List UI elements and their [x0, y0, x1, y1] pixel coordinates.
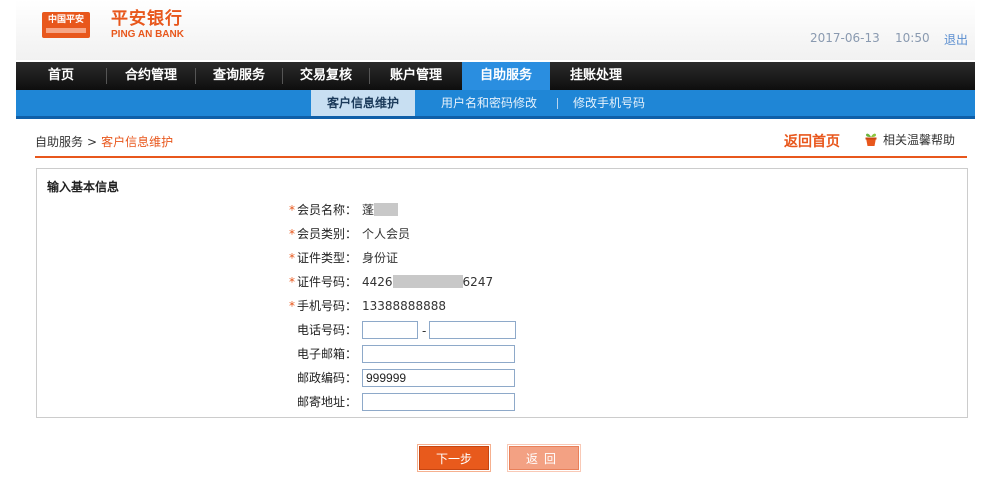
postcode-label: 邮政编码： [296, 371, 357, 385]
mobile-value: 13388888888 [362, 299, 446, 313]
help-link[interactable]: 相关温馨帮助 [864, 131, 955, 148]
tab-customer-info[interactable]: 客户信息维护 [311, 90, 415, 116]
member-name-label: 会员名称： [296, 203, 357, 217]
header: 中国平安 平安银行 PING AN BANK 2017-06-13 10:50 … [16, 0, 975, 60]
field-row-id-type: * 证件类型： [288, 251, 357, 265]
mobile-label: 手机号码： [296, 299, 357, 313]
logout-link[interactable]: 退出 [944, 31, 968, 48]
field-row-email: 电子邮箱： [37, 344, 357, 364]
field-row-phone: 电话号码： [37, 320, 357, 340]
breadcrumb-parent[interactable]: 自助服务 [35, 135, 83, 149]
masked-text [374, 203, 399, 216]
nav-item-review[interactable]: 交易复核 [283, 62, 369, 90]
brand-name: 平安银行 PING AN BANK [111, 9, 184, 41]
main-nav: 首页 合约管理 查询服务 交易复核 账户管理 自助服务 挂账处理 [16, 62, 975, 90]
brand-name-en: PING AN BANK [111, 29, 184, 40]
address-label: 邮寄地址： [296, 395, 357, 409]
tab-change-mobile[interactable]: 修改手机号码 [573, 90, 645, 116]
help-link-label: 相关温馨帮助 [883, 133, 956, 147]
nav-item-account[interactable]: 账户管理 [370, 62, 462, 90]
breadcrumb-divider [35, 156, 967, 158]
basic-info-panel: 输入基本信息 * 会员名称： 蓬 * 会员类别： 个人会员 * 证件类型： 身份证 *… [36, 168, 968, 418]
nav-item-contract[interactable]: 合约管理 [107, 62, 195, 90]
phone-number-input[interactable] [429, 321, 516, 339]
tab-username-password[interactable]: 用户名和密码修改 [441, 90, 537, 116]
brand-name-cn: 平安银行 [111, 9, 183, 29]
id-type-label: 证件类型： [296, 251, 357, 265]
phone-label: 电话号码： [296, 323, 357, 337]
member-type-value: 个人会员 [362, 227, 411, 241]
section-title: 输入基本信息 [47, 180, 120, 194]
email-input[interactable] [362, 345, 515, 363]
field-row-mobile: * 手机号码： [288, 299, 357, 313]
member-name-value: 蓬 [362, 200, 399, 220]
field-row-id-number: * 证件号码： [288, 275, 357, 289]
current-date: 2017-06-13 [810, 31, 880, 45]
sub-nav: 客户信息维护 用户名和密码修改 修改手机号码 [16, 90, 975, 119]
breadcrumb-separator: > [87, 135, 98, 149]
field-row-member-type: * 会员类别： [288, 227, 357, 241]
breadcrumb: 自助服务 > 客户信息维护 [35, 133, 173, 150]
required-mark: * [288, 203, 295, 217]
current-time: 10:50 [895, 31, 930, 45]
nav-item-pending[interactable]: 挂账处理 [550, 62, 642, 90]
email-label: 电子邮箱： [296, 347, 357, 361]
id-number-label: 证件号码： [296, 275, 357, 289]
pingan-logo: 中国平安 [42, 12, 90, 38]
nav-item-home[interactable]: 首页 [16, 62, 106, 90]
flower-pot-icon [865, 133, 877, 146]
phone-dash: - [422, 324, 427, 338]
breadcrumb-current: 客户信息维护 [101, 135, 174, 149]
phone-area-input[interactable] [362, 321, 418, 339]
field-row-member-name: * 会员名称： [37, 200, 357, 220]
return-home-link[interactable]: 返回首页 [784, 131, 840, 151]
postcode-input[interactable] [362, 369, 515, 387]
field-row-postcode: 邮政编码： [37, 368, 357, 388]
id-number-value: 4426 6247 [362, 275, 494, 289]
back-button[interactable]: 返回 [507, 444, 581, 472]
next-step-button[interactable]: 下一步 [417, 444, 491, 472]
address-input[interactable] [362, 393, 515, 411]
logo-badge-text: 中国平安 [47, 15, 84, 25]
member-type-label: 会员类别： [296, 227, 357, 241]
masked-text [392, 275, 463, 288]
nav-item-self-service[interactable]: 自助服务 [462, 62, 550, 90]
id-type-value: 身份证 [362, 251, 399, 265]
field-row-address: 邮寄地址： [37, 392, 357, 412]
nav-item-query[interactable]: 查询服务 [196, 62, 282, 90]
current-datetime: 2017-06-13 10:50 [810, 31, 930, 45]
